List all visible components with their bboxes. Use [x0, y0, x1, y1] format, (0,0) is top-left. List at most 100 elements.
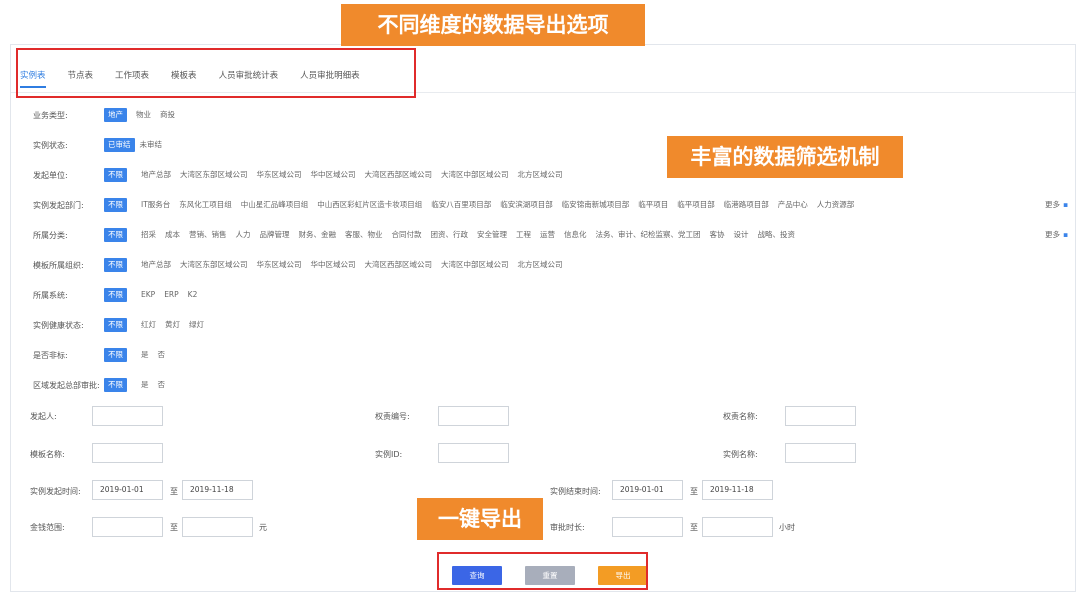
filter-option[interactable]: 临安锦南新城项目部 [562, 198, 630, 212]
filter-option[interactable]: 法务、审计、纪检监察、党工团 [596, 228, 701, 242]
filter-option[interactable]: 合同付款 [392, 228, 422, 242]
filter-option[interactable]: 地产总部 [141, 258, 171, 272]
initiator-label: 发起人: [30, 412, 57, 421]
filter-mechanism-callout: 丰富的数据筛选机制 [667, 136, 903, 178]
filter-option[interactable]: 华中区域公司 [311, 258, 356, 272]
filter-option[interactable]: 红灯 [141, 318, 156, 332]
filter-option[interactable]: 团资、行政 [431, 228, 469, 242]
permission-no-input[interactable] [438, 406, 509, 426]
filter-option[interactable]: 大湾区东部区域公司 [180, 258, 248, 272]
tabs-highlight-box [16, 48, 416, 98]
filter-option[interactable]: 中山星汇品峰项目组 [241, 198, 309, 212]
filter-option[interactable]: 是 [141, 378, 149, 392]
permission-no-label: 权责编号: [375, 412, 410, 421]
filter-option[interactable]: 客服、物业 [345, 228, 383, 242]
filter-option[interactable]: 营销、销售 [189, 228, 227, 242]
filter-option[interactable]: 招采 [141, 228, 156, 242]
expand-icon: ▪ [1063, 200, 1069, 209]
amount-from-input[interactable] [92, 517, 163, 537]
filter-option[interactable]: 人力资源部 [817, 198, 855, 212]
filter-option[interactable]: EKP [141, 288, 155, 302]
filter-option[interactable]: 设计 [734, 228, 749, 242]
filter-option[interactable]: 临平项目部 [677, 198, 715, 212]
filter-instance-status: 实例状态: 已审结 未审结 [33, 137, 171, 153]
filter-option[interactable]: 不限 [104, 288, 127, 302]
filter-option[interactable]: 大湾区中部区域公司 [441, 168, 509, 182]
filter-option[interactable]: 不限 [104, 378, 127, 392]
filter-option[interactable]: 大湾区西部区域公司 [365, 168, 433, 182]
filter-template-org: 模板所属组织: 不限 地产总部 大湾区东部区域公司 华东区域公司 华中区域公司 … [33, 257, 572, 273]
filter-option[interactable]: 品牌管理 [260, 228, 290, 242]
filter-option[interactable]: 否 [158, 378, 166, 392]
range-separator: 至 [690, 523, 698, 532]
filter-option[interactable]: 不限 [104, 228, 127, 242]
filter-option[interactable]: 已审结 [104, 138, 135, 152]
filter-option[interactable]: 是 [141, 348, 149, 362]
filter-option[interactable]: 物业 [136, 108, 151, 122]
range-separator: 至 [690, 487, 698, 496]
end-time-label: 实例结束时间: [550, 487, 601, 496]
filter-option[interactable]: 大湾区中部区域公司 [441, 258, 509, 272]
filter-option[interactable]: 黄灯 [165, 318, 180, 332]
filter-option[interactable]: 临港路项目部 [724, 198, 769, 212]
filter-option[interactable]: 北方区域公司 [518, 258, 563, 272]
filter-option[interactable]: 人力 [236, 228, 251, 242]
filter-option[interactable]: 商投 [160, 108, 175, 122]
end-time-from-input[interactable]: 2019-01-01 [612, 480, 683, 500]
duration-from-input[interactable] [612, 517, 683, 537]
filter-label: 模板所属组织: [33, 260, 84, 270]
filter-option[interactable]: 工程 [516, 228, 531, 242]
filter-option[interactable]: 北方区域公司 [518, 168, 563, 182]
initiator-input[interactable] [92, 406, 163, 426]
export-options-callout: 不同维度的数据导出选项 [341, 4, 645, 46]
permission-name-input[interactable] [785, 406, 856, 426]
filter-option[interactable]: 信息化 [564, 228, 587, 242]
filter-option[interactable]: 中山西区彩虹片区造卡妆项目组 [317, 198, 422, 212]
filter-option[interactable]: 不限 [104, 168, 127, 182]
filter-option[interactable]: 临安滨湖项目部 [500, 198, 553, 212]
filter-option[interactable]: 东风化工项目组 [179, 198, 232, 212]
start-time-from-input[interactable]: 2019-01-01 [92, 480, 163, 500]
duration-unit: 小时 [779, 523, 795, 532]
end-time-to-input[interactable]: 2019-11-18 [702, 480, 773, 500]
filter-option[interactable]: 不限 [104, 258, 127, 272]
filter-option[interactable]: IT服务台 [141, 198, 170, 212]
filter-option[interactable]: 成本 [165, 228, 180, 242]
filter-option[interactable]: K2 [188, 288, 198, 302]
filter-option[interactable]: ERP [164, 288, 178, 302]
range-separator: 至 [170, 523, 178, 532]
filter-option[interactable]: 临平项目 [638, 198, 668, 212]
filter-option[interactable]: 华东区域公司 [257, 168, 302, 182]
filter-option[interactable]: 大湾区东部区域公司 [180, 168, 248, 182]
amount-to-input[interactable] [182, 517, 253, 537]
filter-option[interactable]: 绿灯 [189, 318, 204, 332]
filter-option[interactable]: 产品中心 [778, 198, 808, 212]
instance-name-input[interactable] [785, 443, 856, 463]
more-dept-link[interactable]: 更多 ▪ [1045, 199, 1068, 210]
filter-option[interactable]: 不限 [104, 198, 127, 212]
filter-label: 实例发起部门: [33, 200, 84, 210]
filter-option[interactable]: 临安八百里项目部 [431, 198, 491, 212]
more-category-link[interactable]: 更多 ▪ [1045, 229, 1068, 240]
filter-option[interactable]: 华东区域公司 [257, 258, 302, 272]
start-time-to-input[interactable]: 2019-11-18 [182, 480, 253, 500]
filter-option[interactable]: 运营 [540, 228, 555, 242]
filter-label: 发起单位: [33, 170, 68, 180]
template-name-input[interactable] [92, 443, 163, 463]
filter-option[interactable]: 大湾区西部区域公司 [365, 258, 433, 272]
filter-option[interactable]: 地产 [104, 108, 127, 122]
filter-option[interactable]: 否 [158, 348, 166, 362]
filter-option[interactable]: 华中区域公司 [311, 168, 356, 182]
filter-option[interactable]: 客协 [710, 228, 725, 242]
filter-option[interactable]: 不限 [104, 318, 127, 332]
instance-id-input[interactable] [438, 443, 509, 463]
instance-name-label: 实例名称: [723, 450, 758, 459]
filter-option[interactable]: 战略、投资 [758, 228, 796, 242]
filter-option[interactable]: 财务、金融 [299, 228, 337, 242]
filter-option[interactable]: 不限 [104, 348, 127, 362]
filter-hq-approval: 区域发起总部审批: 不限 是 否 [33, 377, 174, 393]
filter-option[interactable]: 安全管理 [477, 228, 507, 242]
filter-option[interactable]: 未审结 [140, 138, 163, 152]
duration-to-input[interactable] [702, 517, 773, 537]
filter-option[interactable]: 地产总部 [141, 168, 171, 182]
